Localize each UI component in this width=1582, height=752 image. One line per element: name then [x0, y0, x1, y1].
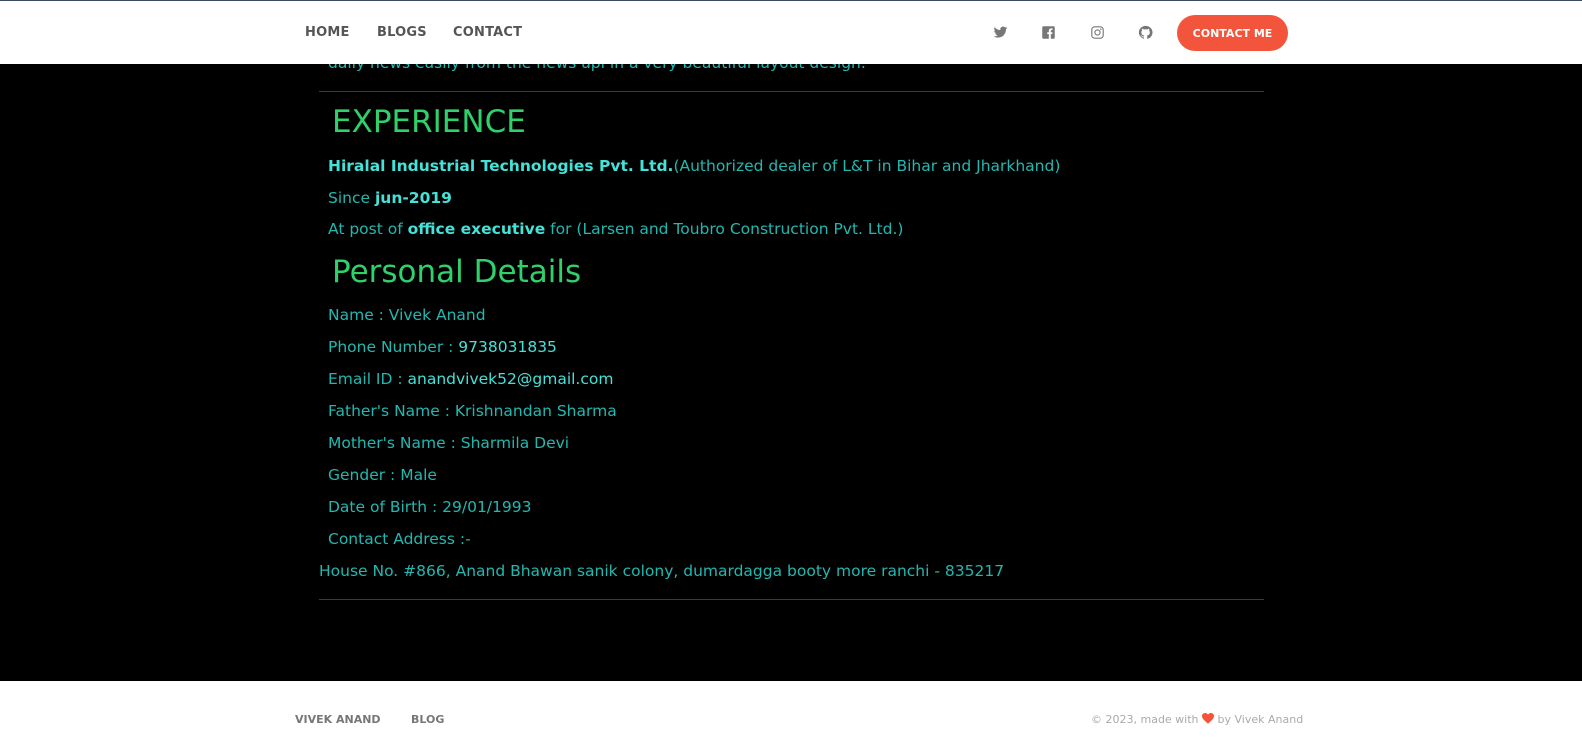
nav-contact-link[interactable]: CONTACT: [453, 25, 522, 40]
contact-address-label: Contact Address :-: [328, 530, 471, 548]
company-name: Hiralal Industrial Technologies Pvt. Ltd…: [328, 157, 674, 175]
nav-home-link[interactable]: HOME: [305, 25, 350, 40]
contact-address-value: House No. #866, Anand Bhawan sanik colon…: [319, 562, 1005, 580]
phone-field: Phone Number : 9738031835: [328, 338, 557, 356]
experience-company-line: Hiralal Industrial Technologies Pvt. Ltd…: [328, 157, 1060, 175]
mother-name-field: Mother's Name : Sharmila Devi: [328, 434, 570, 452]
experience-heading: EXPERIENCE: [332, 104, 526, 140]
dob-field: Date of Birth : 29/01/1993: [328, 498, 532, 516]
divider: [319, 599, 1264, 600]
copyright-prefix: © 2023, made with: [1091, 713, 1199, 726]
company-note: (Authorized dealer of L&T in Bihar and J…: [673, 157, 1061, 175]
name-field: Name : Vivek Anand: [328, 306, 486, 324]
twitter-icon[interactable]: [991, 23, 1009, 41]
since-value: jun-2019: [374, 189, 452, 207]
email-field: Email ID : anandvivek52@gmail.com: [328, 370, 613, 388]
post-prefix: At post of: [328, 220, 408, 238]
phone-value: 9738031835: [458, 338, 557, 356]
copyright-text: © 2023, made with by Vivek Anand: [1091, 712, 1304, 726]
footer: VIVEK ANAND BLOG © 2023, made with by Vi…: [0, 681, 1582, 752]
github-icon[interactable]: [1136, 23, 1154, 41]
gender-field: Gender : Male: [328, 466, 437, 484]
email-label: Email ID :: [328, 370, 408, 388]
top-navbar: HOME BLOGS CONTACT CONTACT ME: [0, 0, 1582, 64]
footer-blog-link[interactable]: BLOG: [411, 713, 444, 726]
heart-icon: [1202, 712, 1215, 724]
since-label: Since: [328, 189, 375, 207]
divider: [319, 91, 1264, 92]
personal-details-heading: Personal Details: [332, 254, 582, 290]
email-value: anandvivek52@gmail.com: [407, 370, 614, 388]
main-content: daily news easily from the news api in a…: [0, 0, 1582, 680]
post-suffix: for (Larsen and Toubro Construction Pvt.…: [545, 220, 904, 238]
copyright-suffix: by Vivek Anand: [1217, 713, 1304, 726]
post-value: office executive: [407, 220, 546, 238]
phone-label: Phone Number :: [328, 338, 459, 356]
nav-blogs-link[interactable]: BLOGS: [377, 25, 427, 40]
instagram-icon[interactable]: [1088, 23, 1106, 41]
father-name-field: Father's Name : Krishnandan Sharma: [328, 402, 617, 420]
experience-since-line: Since jun-2019: [328, 189, 452, 207]
footer-home-link[interactable]: VIVEK ANAND: [295, 713, 381, 726]
experience-post-line: At post of office executive for (Larsen …: [328, 220, 903, 238]
contact-me-button[interactable]: CONTACT ME: [1177, 15, 1288, 51]
facebook-square-icon[interactable]: [1039, 23, 1057, 41]
